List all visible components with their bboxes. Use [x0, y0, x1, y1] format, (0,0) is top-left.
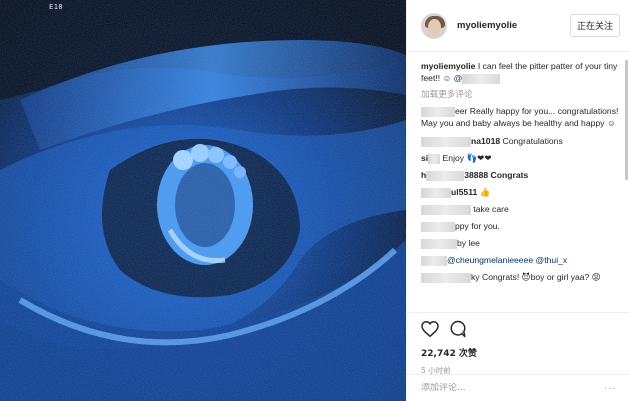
post-header: myoliemyolie 正在关注: [407, 0, 630, 52]
following-button[interactable]: 正在关注: [569, 14, 620, 37]
redacted-username: [426, 170, 465, 181]
avatar[interactable]: [421, 12, 447, 39]
redacted-username: [421, 187, 451, 198]
redacted-username: [421, 255, 447, 266]
comment: take care: [421, 203, 621, 215]
add-comment-bar: ···: [407, 374, 630, 401]
post-actions: 22,742 次赞 5 小时前: [407, 312, 630, 376]
redacted-mention: [462, 73, 501, 84]
redacted-username: [428, 153, 441, 164]
comment: ppy for you.: [421, 220, 621, 232]
redacted-username: [421, 272, 471, 283]
post-photo[interactable]: E10: [0, 0, 406, 401]
ultrasound-image: [0, 0, 406, 401]
comments-scrollbar[interactable]: [625, 60, 628, 180]
comment: ky Congrats! 😈boy or girl yaa? 😡: [421, 271, 621, 283]
post-side-panel: myoliemyolie 正在关注 myoliemyolie I can fee…: [406, 0, 630, 401]
comment: h 38888 Congrats: [421, 170, 529, 181]
comment: eer Really happy for you... congratulati…: [421, 106, 619, 128]
redacted-username: [421, 238, 457, 249]
comment-input[interactable]: [421, 383, 604, 393]
comment: si Enjoy 👣❤❤: [421, 153, 492, 164]
redacted-username: [421, 106, 455, 117]
more-options-icon[interactable]: ···: [604, 383, 617, 394]
caption-mention[interactable]: @: [454, 73, 463, 83]
comment-icon[interactable]: [449, 320, 467, 338]
instagram-post: E10 myoliemyolie 正在关注 myoliemyolie I can…: [0, 0, 630, 401]
redacted-username: [421, 221, 455, 232]
redacted-username: [421, 136, 471, 147]
likes-count[interactable]: 22,742 次赞: [421, 346, 617, 359]
comment: by lee: [421, 237, 621, 249]
post-username[interactable]: myoliemyolie: [457, 20, 570, 31]
comment: na1018 Congratulations: [421, 135, 621, 147]
scan-label: E10: [49, 3, 64, 11]
caption: myoliemyolie I can feel the pitter patte…: [421, 61, 618, 84]
comment: @cheungmelanieeeee @thui_x: [421, 254, 621, 266]
redacted-username: [421, 204, 471, 215]
comments-list[interactable]: myoliemyolie I can feel the pitter patte…: [421, 60, 621, 308]
heart-icon[interactable]: [421, 321, 439, 337]
load-more-comments[interactable]: 加载更多评论: [421, 88, 621, 100]
caption-username[interactable]: myoliemyolie: [421, 61, 475, 71]
comment: ul5511 👍: [421, 186, 621, 198]
